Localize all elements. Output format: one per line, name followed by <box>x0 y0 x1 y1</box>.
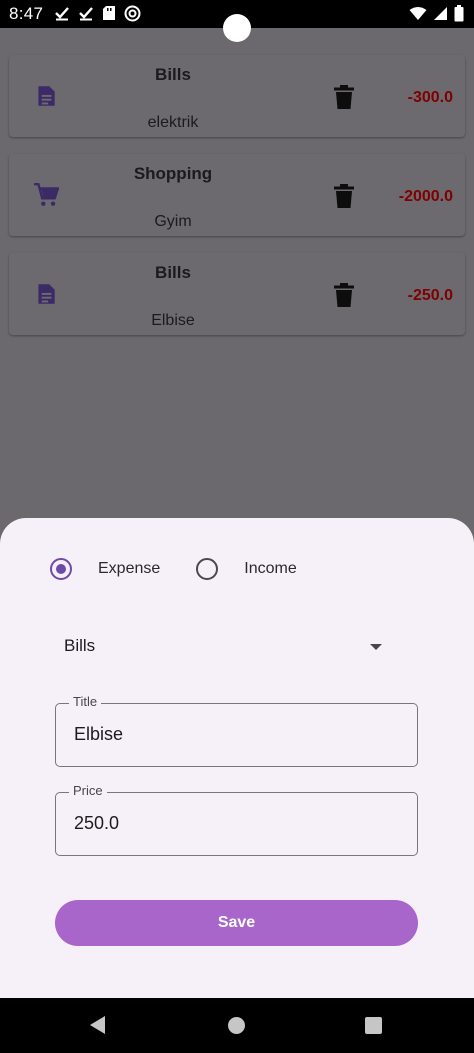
price-field-label: Price <box>69 783 107 798</box>
title-input[interactable] <box>74 724 394 745</box>
transaction-amount: -300.0 <box>407 89 453 106</box>
save-button[interactable]: Save <box>55 900 418 946</box>
transaction-card[interactable]: Bills Elbise -250.0 <box>9 253 465 335</box>
status-time: 8:47 <box>9 4 44 23</box>
transaction-amount: -2000.0 <box>398 188 453 205</box>
back-icon[interactable] <box>90 1016 105 1034</box>
income-label[interactable]: Income <box>244 560 296 578</box>
check-icon <box>79 7 93 21</box>
recents-icon[interactable] <box>365 1017 382 1034</box>
transaction-amount: -250.0 <box>407 287 453 304</box>
transaction-category: Bills <box>155 263 191 282</box>
category-dropdown[interactable]: Bills <box>64 636 386 660</box>
delete-icon[interactable] <box>334 184 354 208</box>
price-field[interactable]: Price <box>55 783 418 856</box>
transaction-title: elektrik <box>147 114 199 131</box>
status-system-icons <box>409 5 464 22</box>
cart-icon <box>34 182 59 206</box>
status-notification-icons <box>54 5 141 22</box>
receipt-icon <box>38 284 55 304</box>
vpn-icon <box>124 5 141 22</box>
expense-radio[interactable] <box>50 558 72 580</box>
dropdown-arrow-icon <box>370 644 382 650</box>
transaction-list: Bills elektrik -300.0 Shopping Gyim -200… <box>9 55 465 352</box>
category-dropdown-value: Bills <box>64 636 96 655</box>
home-icon[interactable] <box>228 1017 245 1034</box>
delete-icon[interactable] <box>334 283 354 307</box>
transaction-title: Gyim <box>154 213 192 230</box>
check-icon <box>55 7 69 21</box>
transaction-category: Shopping <box>133 164 213 183</box>
income-radio[interactable] <box>196 558 219 580</box>
transaction-card[interactable]: Shopping Gyim -2000.0 <box>9 154 465 236</box>
battery-icon <box>454 5 464 22</box>
navigation-bar <box>0 998 474 1053</box>
sd-card-icon <box>103 6 115 20</box>
price-input[interactable] <box>74 813 394 834</box>
add-transaction-sheet: Expense Income Bills Title Price Save <box>0 518 474 998</box>
wifi-icon <box>409 7 427 20</box>
transaction-card[interactable]: Bills elektrik -300.0 <box>9 55 465 137</box>
title-field[interactable]: Title <box>55 694 418 767</box>
expense-label[interactable]: Expense <box>98 560 160 578</box>
signal-icon <box>434 7 447 20</box>
transaction-title: Elbise <box>151 312 195 329</box>
title-field-label: Title <box>69 694 102 709</box>
transaction-category: Bills <box>155 65 191 84</box>
delete-icon[interactable] <box>334 85 354 109</box>
camera-cutout <box>223 14 251 42</box>
transaction-type-group: Expense Income <box>50 558 297 580</box>
receipt-icon <box>38 86 55 106</box>
